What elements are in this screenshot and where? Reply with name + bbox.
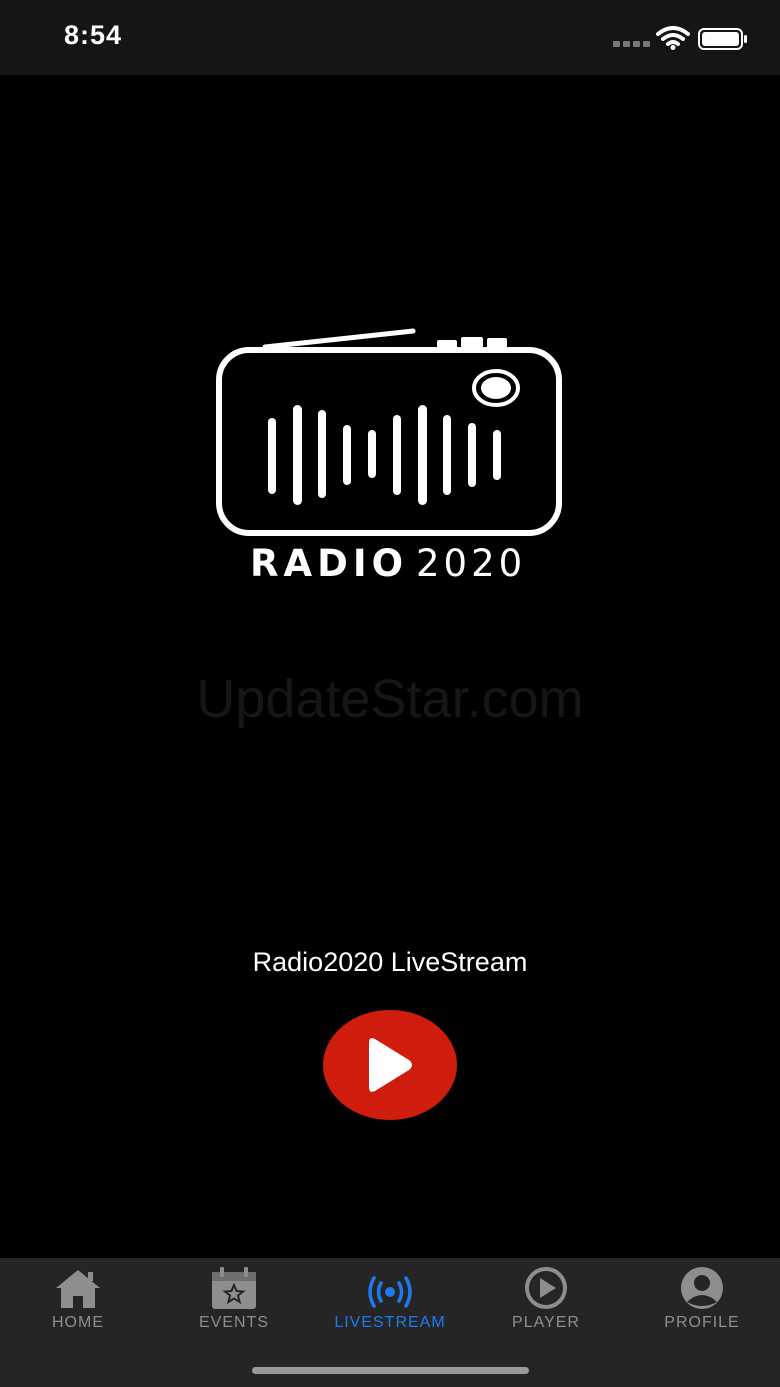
tab-livestream[interactable]: LIVESTREAM <box>312 1258 468 1343</box>
play-button[interactable] <box>323 1010 457 1120</box>
battery-icon <box>698 28 747 50</box>
play-circle-icon <box>525 1267 567 1309</box>
wifi-icon <box>656 26 690 50</box>
tab-events-label: EVENTS <box>198 1314 269 1331</box>
radio2020-logo: RADIO 2020 <box>210 320 570 590</box>
user-circle-icon <box>681 1267 723 1309</box>
cellular-signal-icon <box>613 41 650 47</box>
tab-home-label: HOME <box>52 1314 104 1331</box>
watermark: UpdateStar.com <box>196 669 584 729</box>
status-time: 8:54 <box>64 20 123 50</box>
tab-player[interactable]: PLAYER <box>468 1258 624 1343</box>
broadcast-icon <box>368 1276 412 1308</box>
tab-events[interactable]: EVENTS <box>156 1258 312 1343</box>
home-icon <box>56 1270 100 1308</box>
tab-profile-label: PROFILE <box>664 1314 740 1331</box>
stream-title: Radio2020 LiveStream <box>252 947 528 977</box>
calendar-star-icon <box>212 1267 256 1309</box>
radio-logo-icon: RADIO 2020 <box>216 328 562 585</box>
home-indicator[interactable] <box>252 1367 529 1374</box>
tab-livestream-label: LIVESTREAM <box>334 1314 446 1331</box>
logo-text-2020: 2020 <box>416 542 526 585</box>
status-bar: 8:54 <box>0 0 780 75</box>
livestream-screen: 8:54 RADIO 2020 UpdateStar.com Radio2020… <box>0 0 780 1387</box>
tab-profile[interactable]: PROFILE <box>624 1258 780 1343</box>
play-icon <box>369 1038 412 1092</box>
logo-text-radio: RADIO <box>250 542 408 585</box>
tab-player-label: PLAYER <box>512 1314 580 1331</box>
tab-home[interactable]: HOME <box>0 1258 156 1343</box>
